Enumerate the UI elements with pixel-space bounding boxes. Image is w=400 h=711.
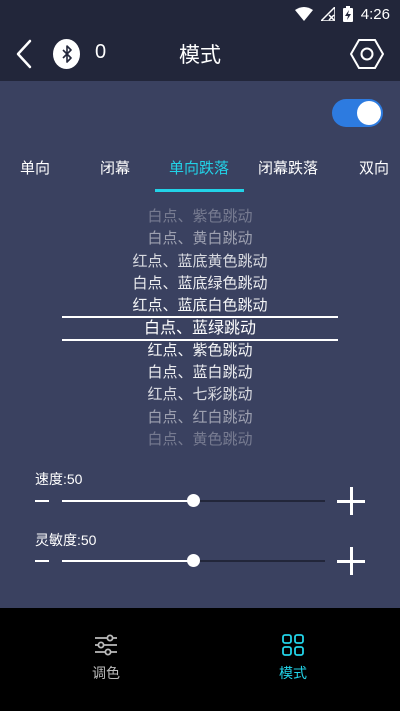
effect-picker[interactable]: 白点、紫色跳动 白点、黄白跳动 红点、蓝底黄色跳动 白点、蓝底绿色跳动 红点、蓝底白色跳… xyxy=(0,205,400,449)
tab-single-direction[interactable]: 单向 xyxy=(20,157,50,178)
picker-item[interactable]: 白点、紫色跳动 xyxy=(0,205,400,227)
tab-curtain[interactable]: 闭幕 xyxy=(100,157,130,178)
mode-toggle-switch[interactable] xyxy=(332,99,383,127)
picker-item[interactable]: 红点、七彩跳动 xyxy=(0,383,400,405)
picker-item[interactable]: 红点、蓝底白色跳动 xyxy=(0,294,400,316)
nav-mode[interactable]: 模式 xyxy=(253,633,333,683)
sensitivity-label: 灵敏度:50 xyxy=(35,532,97,548)
sensitivity-slider-fill xyxy=(62,560,194,562)
sliders-icon xyxy=(95,634,117,656)
grid-icon xyxy=(282,634,304,656)
tab-curtain-fall[interactable]: 闭幕跌落 xyxy=(258,157,318,178)
status-icons: 4:26 xyxy=(294,4,390,24)
speed-slider-fill xyxy=(62,500,194,502)
sensitivity-slider-thumb[interactable] xyxy=(187,554,200,567)
tab-bidirectional[interactable]: 双向 xyxy=(359,157,389,178)
page-title: 模式 xyxy=(179,43,221,67)
app-bar: 0 模式 xyxy=(0,27,400,81)
picker-item[interactable]: 白点、黄色跳动 xyxy=(0,428,400,450)
status-bar: 4:26 xyxy=(0,0,400,27)
sensitivity-decrease-button[interactable] xyxy=(35,560,49,562)
picker-item[interactable]: 红点、紫色跳动 xyxy=(0,339,400,361)
picker-item[interactable]: 白点、蓝白跳动 xyxy=(0,361,400,383)
wifi-icon xyxy=(294,7,313,21)
no-signal-icon xyxy=(320,7,335,21)
nav-color[interactable]: 调色 xyxy=(66,633,146,683)
settings-button[interactable] xyxy=(348,35,386,73)
settings-hex-icon xyxy=(350,39,384,69)
sensitivity-increase-button[interactable] xyxy=(337,547,365,575)
nav-mode-label: 模式 xyxy=(279,666,307,682)
tab-single-direction-fall[interactable]: 单向跌落 xyxy=(169,157,229,178)
speed-decrease-button[interactable] xyxy=(35,500,49,502)
picker-item-selected[interactable]: 白点、蓝绿跳动 xyxy=(0,317,400,339)
active-tab-indicator xyxy=(155,189,244,192)
battery-charging-icon xyxy=(342,6,353,22)
speed-label: 速度:50 xyxy=(35,471,83,487)
nav-color-label: 调色 xyxy=(92,666,120,682)
status-time: 4:26 xyxy=(360,5,390,23)
picker-item[interactable]: 白点、红白跳动 xyxy=(0,406,400,428)
toggle-knob xyxy=(357,101,381,125)
picker-item[interactable]: 白点、蓝底绿色跳动 xyxy=(0,272,400,294)
bottom-navigation: 调色 模式 xyxy=(0,608,400,711)
picker-item[interactable]: 白点、黄白跳动 xyxy=(0,227,400,249)
mode-panel: 单向 闭幕 单向跌落 闭幕跌落 双向 白点、紫色跳动 白点、黄白跳动 红点、蓝底黄色… xyxy=(0,81,400,608)
mode-tabs: 单向 闭幕 单向跌落 闭幕跌落 双向 xyxy=(0,139,400,191)
speed-increase-button[interactable] xyxy=(337,487,365,515)
speed-slider-thumb[interactable] xyxy=(187,494,200,507)
picker-item[interactable]: 红点、蓝底黄色跳动 xyxy=(0,250,400,272)
